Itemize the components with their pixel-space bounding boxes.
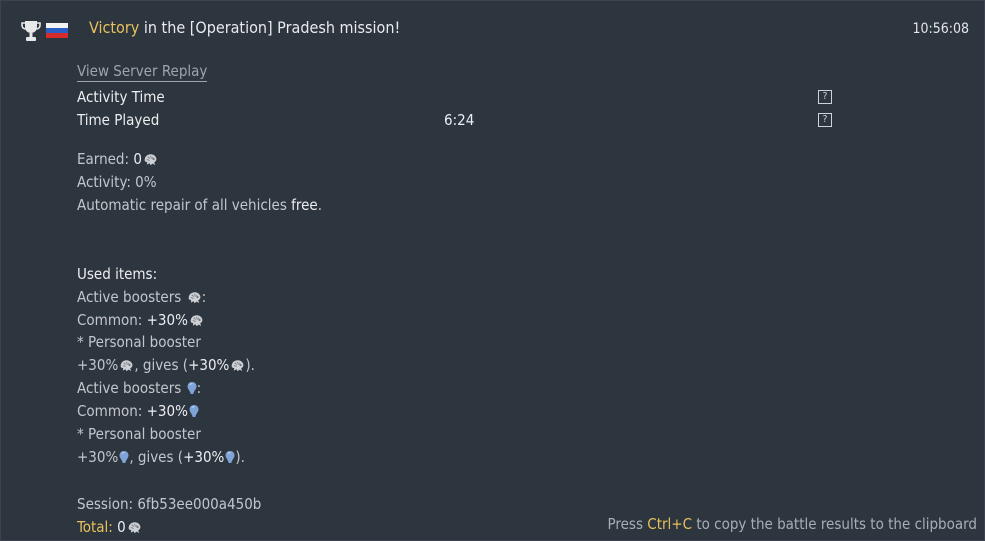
rp-personal-line: * Personal booster xyxy=(77,425,201,443)
mission-text: in the [Operation] Pradesh mission! xyxy=(139,18,401,37)
research-point-icon xyxy=(187,381,197,395)
russia-flag-icon xyxy=(46,23,68,38)
battle-header: Victory in the [Operation] Pradesh missi… xyxy=(0,0,985,58)
gives-value: +30% xyxy=(188,356,230,374)
question-icon[interactable]: ? xyxy=(818,90,832,104)
gives-label: , gives ( xyxy=(134,356,189,374)
silver-lion-icon xyxy=(143,153,158,166)
time-played-value: 6:24 xyxy=(444,111,475,129)
view-replay-link[interactable]: View Server Replay xyxy=(77,62,208,82)
repair-end: . xyxy=(317,196,323,214)
gives-label: , gives ( xyxy=(129,448,184,466)
total-value: 0 xyxy=(112,518,126,536)
battle-time: 10:56:08 xyxy=(912,21,969,37)
session-line: Session: 6fb53ee000a450b xyxy=(77,495,262,513)
boosters-label: Active boosters xyxy=(77,379,186,397)
common-value: +30% xyxy=(146,311,188,329)
used-items-title: Used items: xyxy=(77,265,158,283)
question-icon[interactable]: ? xyxy=(818,113,832,127)
copy-hint-press: Press xyxy=(607,515,648,533)
time-played-label: Time Played xyxy=(77,111,160,129)
silver-lion-icon xyxy=(119,359,134,372)
rp-boosters-title: Active boosters : xyxy=(77,377,201,399)
common-label: Common: xyxy=(77,311,147,329)
lion-personal-line: * Personal booster xyxy=(77,333,201,351)
rp-personal-gives-line: +30%, gives (+30%). xyxy=(77,446,245,468)
earned-label: Earned: xyxy=(77,150,134,168)
boosters-label: Active boosters xyxy=(77,288,186,306)
earned-line: Earned: 0 xyxy=(77,148,158,170)
gives-value: +30% xyxy=(183,448,225,466)
total-line: Total: 0 xyxy=(77,516,142,538)
research-point-icon xyxy=(225,450,235,464)
replay-row: View Server Replay xyxy=(77,60,208,82)
boosters-colon: : xyxy=(201,288,207,306)
trophy-icon xyxy=(21,21,41,41)
activity-time-row: Activity Time ? xyxy=(77,86,977,108)
battle-title: Victory in the [Operation] Pradesh missi… xyxy=(89,18,400,37)
repair-value: free xyxy=(291,196,318,214)
personal-pct: +30% xyxy=(77,356,119,374)
silver-lion-icon xyxy=(189,314,204,327)
activity-time-label: Activity Time xyxy=(77,88,165,106)
gives-end: ). xyxy=(235,448,245,466)
earned-value: 0 xyxy=(133,150,142,168)
gives-end: ). xyxy=(245,356,255,374)
common-label: Common: xyxy=(77,402,147,420)
lion-boosters-title: Active boosters : xyxy=(77,286,206,308)
personal-pct: +30% xyxy=(77,448,119,466)
lion-personal-gives-line: +30%, gives (+30%). xyxy=(77,354,255,376)
lion-common-line: Common: +30% xyxy=(77,309,204,331)
result-word: Victory xyxy=(89,18,140,37)
repair-label: Automatic repair of all vehicles xyxy=(77,196,292,214)
silver-lion-icon xyxy=(127,521,142,534)
common-value: +30% xyxy=(146,402,188,420)
rp-common-line: Common: +30% xyxy=(77,400,199,422)
repair-line: Automatic repair of all vehicles free. xyxy=(77,194,322,216)
research-point-icon xyxy=(189,404,199,418)
copy-hint-keys: Ctrl+C xyxy=(647,515,693,533)
copy-hint: Press Ctrl+C to copy the battle results … xyxy=(608,515,977,533)
time-played-row: Time Played 6:24 ? xyxy=(77,109,977,131)
copy-hint-rest: to copy the battle results to the clipbo… xyxy=(692,515,977,533)
activity-line: Activity: 0% xyxy=(77,173,157,191)
research-point-icon xyxy=(119,450,129,464)
total-label: Total: xyxy=(77,518,113,536)
boosters-colon: : xyxy=(196,379,202,397)
silver-lion-icon xyxy=(187,291,202,304)
silver-lion-icon xyxy=(230,359,245,372)
